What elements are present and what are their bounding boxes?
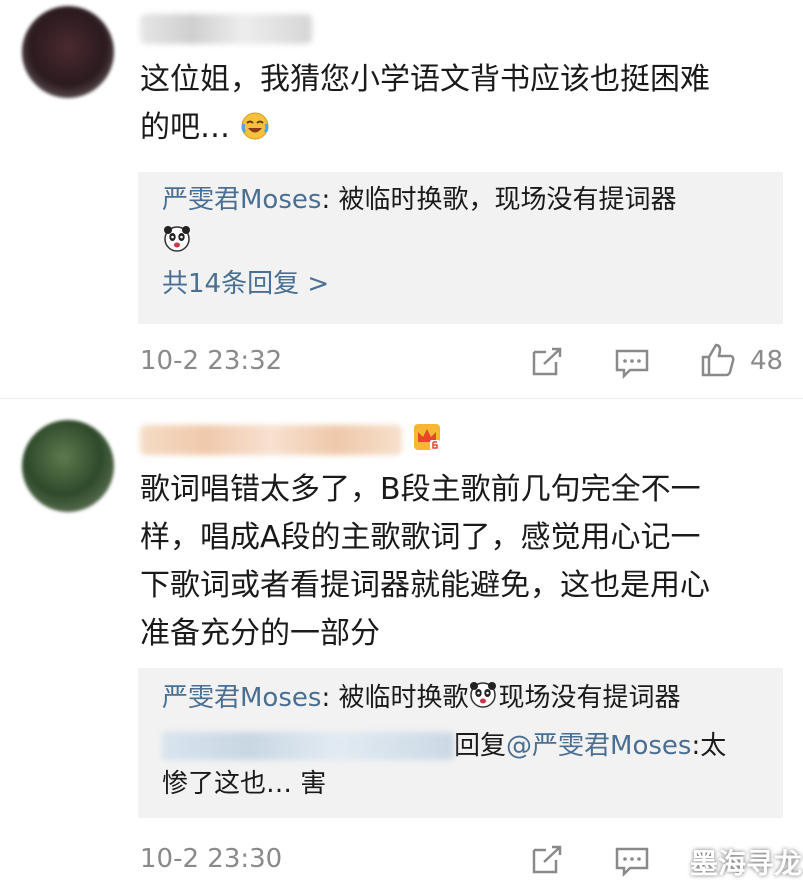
mention-link[interactable]: @严雯君Moses bbox=[506, 731, 691, 761]
crown-badge-icon bbox=[414, 424, 440, 450]
reply-author[interactable]: 严雯君Moses bbox=[162, 185, 321, 215]
panda-emoji bbox=[164, 226, 190, 252]
reply-author[interactable]: 严雯君Moses bbox=[162, 683, 321, 713]
divider bbox=[0, 398, 803, 399]
share-icon[interactable] bbox=[530, 346, 564, 378]
comment-icon[interactable] bbox=[614, 846, 650, 878]
username-blurred[interactable] bbox=[140, 14, 312, 44]
like-count: 48 bbox=[750, 346, 784, 376]
avatar[interactable] bbox=[22, 420, 114, 512]
reply-preview[interactable]: 严雯君Moses: 被临时换歌 现场没有提词器 回复@严雯君Moses:太 惨了… bbox=[138, 668, 783, 818]
reply-username-blurred[interactable] bbox=[162, 732, 454, 760]
username-blurred[interactable] bbox=[140, 425, 402, 455]
comment-text: 这位姐，我猜您小学语文背书应该也挺困难 的吧… bbox=[140, 62, 710, 145]
more-replies-link[interactable]: 共14条回复 > bbox=[162, 262, 329, 306]
share-icon[interactable] bbox=[530, 844, 564, 876]
reply-text: : 被临时换歌，现场没有提词器 bbox=[321, 185, 677, 215]
watermark: 墨海寻龙 bbox=[690, 847, 803, 880]
action-bar: 48 bbox=[0, 342, 803, 382]
panda-emoji bbox=[470, 682, 497, 708]
reply-preview[interactable]: 严雯君Moses: 被临时换歌，现场没有提词器 共14条回复 > bbox=[138, 172, 783, 324]
like-icon[interactable] bbox=[700, 342, 736, 378]
action-bar bbox=[0, 840, 803, 880]
comment-icon[interactable] bbox=[614, 348, 650, 380]
laugh-cry-emoji bbox=[241, 112, 269, 140]
avatar[interactable] bbox=[22, 6, 114, 98]
comment-text: 歌词唱错太多了，B段主歌前几句完全不一 样，唱成A段的主歌歌词了，感觉用心记一 … bbox=[140, 472, 710, 651]
